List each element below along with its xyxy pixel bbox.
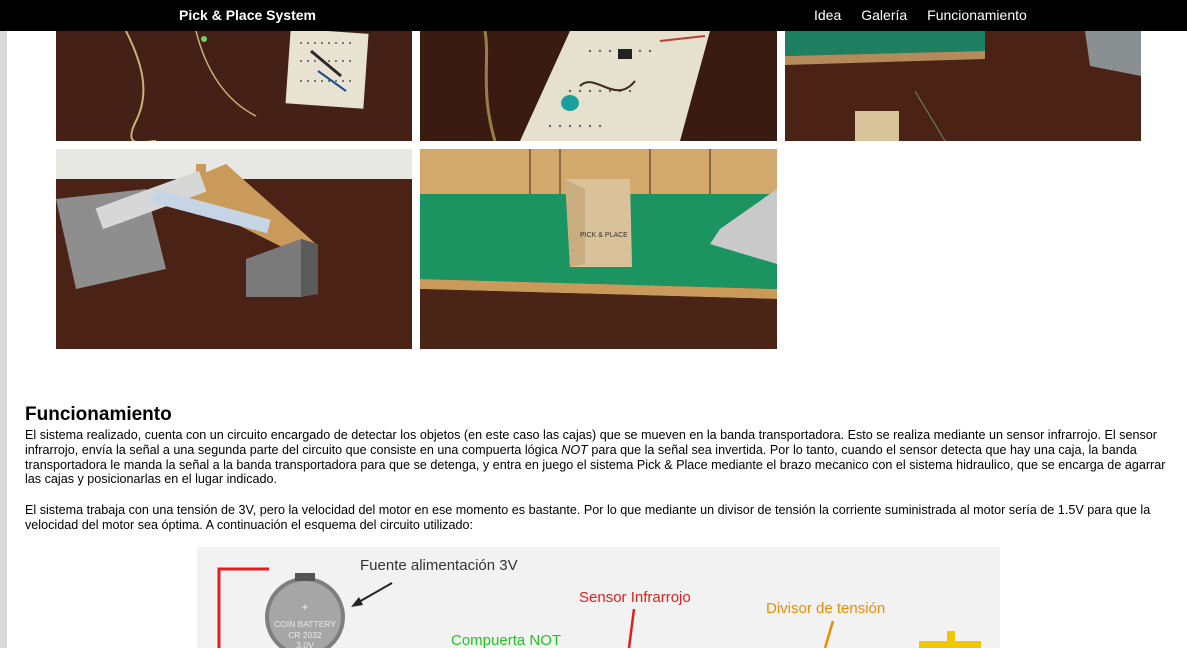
sensor-pointer xyxy=(627,608,636,648)
battery-text-line2: CR 2032 xyxy=(288,630,322,640)
power-supply-label: Fuente alimentación 3V xyxy=(360,557,518,574)
voltage-divider-label: Divisor de tensión xyxy=(766,600,885,617)
top-navbar: Pick & Place System Idea Galería Funcion… xyxy=(0,0,1187,31)
infrared-sensor-label: Sensor Infrarrojo xyxy=(579,589,691,606)
breadboard-photo-icon xyxy=(420,31,777,141)
section-title-funcionamiento: Funcionamiento xyxy=(25,404,172,425)
gallery-photo-breadboard-2[interactable] xyxy=(420,31,777,141)
gallery-photo-hydraulic-arm[interactable] xyxy=(56,149,412,349)
funcionamiento-paragraph-2: El sistema trabaja con una tensión de 3V… xyxy=(25,503,1151,532)
circuit-schematic: + COIN BATTERY CR 2032 3.0V Fuente alime… xyxy=(197,547,1000,648)
gallery-photo-conveyor-box[interactable]: PICK & PLACE xyxy=(420,149,777,349)
not-gate-label: Compuerta NOT xyxy=(451,632,561,648)
para-1-emphasis: NOT xyxy=(561,442,588,457)
circuit-schematic-drawing: + COIN BATTERY CR 2032 3.0V Fuente alime… xyxy=(217,557,981,648)
brand-link[interactable]: Pick & Place System xyxy=(179,7,316,23)
page-left-border xyxy=(0,0,7,648)
battery-plus-sign: + xyxy=(301,600,308,614)
conveyor-box-photo-icon: PICK & PLACE xyxy=(420,149,777,349)
gallery-photo-breadboard-1[interactable] xyxy=(56,31,412,141)
battery-text-line3: 3.0V xyxy=(296,640,314,648)
hydraulic-arm-photo-icon xyxy=(56,149,412,349)
box-label: PICK & PLACE xyxy=(580,232,628,239)
power-arrow xyxy=(356,582,393,604)
nav-link-funcionamiento[interactable]: Funcionamiento xyxy=(927,7,1027,23)
nav-link-idea[interactable]: Idea xyxy=(814,7,841,23)
breadboard-photo-icon xyxy=(56,31,412,141)
funcionamiento-paragraph-1: El sistema realizado, cuenta con un circ… xyxy=(25,428,1175,487)
nav-link-galeria[interactable]: Galería xyxy=(861,7,907,23)
wire-red xyxy=(217,567,269,648)
gallery-photo-conveyor[interactable] xyxy=(785,31,1141,141)
battery-text-line1: COIN BATTERY xyxy=(274,619,336,629)
nav-links: Idea Galería Funcionamiento xyxy=(814,7,1047,23)
conveyor-photo-icon xyxy=(785,31,1141,141)
divider-pointer xyxy=(823,620,835,648)
